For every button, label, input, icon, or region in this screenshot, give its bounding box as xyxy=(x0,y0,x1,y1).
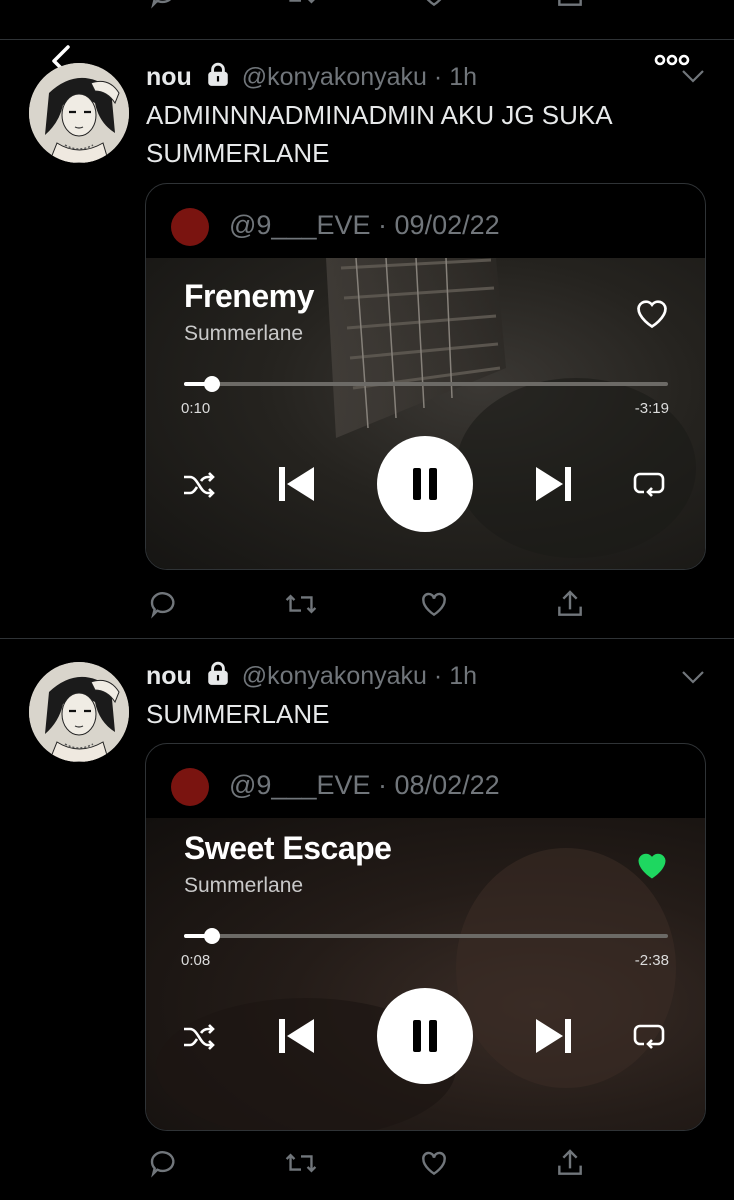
song-title: Frenemy xyxy=(184,278,314,314)
like-icon[interactable] xyxy=(418,0,450,10)
tweet-author: nou @konyakonyaku · 1h xyxy=(146,661,477,691)
separator-dot: · xyxy=(433,662,443,690)
tweet-text-line: SUMMERLANE xyxy=(146,699,330,729)
quoted-meta: @9___EVE · 09/02/22 xyxy=(229,210,500,241)
pause-icon xyxy=(409,466,441,502)
previous-tweet-actions xyxy=(0,0,734,18)
previous-icon[interactable] xyxy=(276,464,316,504)
display-name[interactable]: nou xyxy=(146,63,192,91)
shuffle-icon[interactable] xyxy=(182,470,216,500)
song-title: Sweet Escape xyxy=(184,830,392,866)
tweet-text: SUMMERLANE xyxy=(146,695,706,733)
tweet[interactable]: nou @konyakonyaku · 1h ADMINNNADMINADMIN… xyxy=(0,40,734,638)
timestamp[interactable]: 1h xyxy=(449,63,477,91)
next-icon[interactable] xyxy=(534,464,574,504)
next-icon[interactable] xyxy=(534,1016,574,1056)
tweet-text-line: ADMINNNADMINADMIN AKU JG SUKA xyxy=(146,100,613,130)
timestamp[interactable]: 1h xyxy=(449,662,477,690)
progress-knob[interactable] xyxy=(204,376,220,392)
elapsed-time: 0:08 xyxy=(181,952,211,969)
share-icon[interactable] xyxy=(554,1147,586,1179)
retweet-icon[interactable] xyxy=(284,0,318,10)
reply-icon[interactable] xyxy=(148,0,180,10)
retweet-icon[interactable] xyxy=(284,588,318,620)
lock-icon xyxy=(205,62,231,88)
pause-button[interactable] xyxy=(377,436,473,532)
reply-icon[interactable] xyxy=(148,1147,180,1179)
quoted-avatar[interactable] xyxy=(171,768,209,806)
remaining-time: -3:19 xyxy=(634,400,669,417)
music-card[interactable]: @9___EVE · 09/02/22 Frenemy Summerlane 0… xyxy=(145,183,706,570)
like-icon[interactable] xyxy=(418,588,450,620)
avatar[interactable] xyxy=(29,662,129,762)
remaining-time: -2:38 xyxy=(634,952,669,969)
card-header: @9___EVE · 08/02/22 xyxy=(146,744,705,818)
handle[interactable]: @konyakonyaku xyxy=(242,662,427,690)
separator-dot: · xyxy=(378,210,388,240)
separator-dot: · xyxy=(378,770,388,800)
lock-icon xyxy=(205,661,231,687)
elapsed-time: 0:10 xyxy=(181,400,211,417)
repeat-icon[interactable] xyxy=(632,468,666,500)
previous-icon[interactable] xyxy=(276,1016,316,1056)
quoted-meta: @9___EVE · 08/02/22 xyxy=(229,770,500,801)
quoted-handle[interactable]: @9___EVE xyxy=(229,210,371,240)
quoted-date: 08/02/22 xyxy=(394,770,500,800)
music-player: Frenemy Summerlane 0:10 -3:19 xyxy=(146,258,705,569)
progress-bar[interactable] xyxy=(184,928,668,944)
avatar[interactable] xyxy=(29,63,129,163)
tweet-text: ADMINNNADMINADMIN AKU JG SUKA SUMMERLANE xyxy=(146,96,706,172)
shuffle-icon[interactable] xyxy=(182,1022,216,1052)
chevron-down-icon[interactable] xyxy=(680,669,706,685)
separator-dot: · xyxy=(433,63,443,91)
chevron-down-icon[interactable] xyxy=(680,68,706,84)
progress-knob[interactable] xyxy=(204,928,220,944)
reply-icon[interactable] xyxy=(148,588,180,620)
tweet-author: nou @konyakonyaku · 1h xyxy=(146,62,477,92)
music-player: Sweet Escape Summerlane 0:08 -2:38 xyxy=(146,818,705,1130)
music-card[interactable]: @9___EVE · 08/02/22 Sweet Escape Summerl… xyxy=(145,743,706,1131)
tweet-actions xyxy=(0,1147,734,1187)
song-artist: Summerlane xyxy=(184,322,304,345)
pause-icon xyxy=(409,1018,441,1054)
handle[interactable]: @konyakonyaku xyxy=(242,63,427,91)
repeat-icon[interactable] xyxy=(632,1020,666,1052)
song-artist: Summerlane xyxy=(184,874,304,897)
tweet-actions xyxy=(0,588,734,628)
progress-bar[interactable] xyxy=(184,376,668,392)
tweet-text-line: SUMMERLANE xyxy=(146,138,330,168)
quoted-avatar[interactable] xyxy=(171,208,209,246)
share-icon[interactable] xyxy=(554,0,586,10)
share-icon[interactable] xyxy=(554,588,586,620)
retweet-icon[interactable] xyxy=(284,1147,318,1179)
heart-icon[interactable] xyxy=(634,296,670,330)
pause-button[interactable] xyxy=(377,988,473,1084)
display-name[interactable]: nou xyxy=(146,662,192,690)
tweet[interactable]: nou @konyakonyaku · 1h SUMMERLANE @9___E… xyxy=(0,639,734,1200)
heart-icon[interactable] xyxy=(634,848,670,882)
card-header: @9___EVE · 09/02/22 xyxy=(146,184,705,258)
quoted-handle[interactable]: @9___EVE xyxy=(229,770,371,800)
like-icon[interactable] xyxy=(418,1147,450,1179)
quoted-date: 09/02/22 xyxy=(394,210,500,240)
